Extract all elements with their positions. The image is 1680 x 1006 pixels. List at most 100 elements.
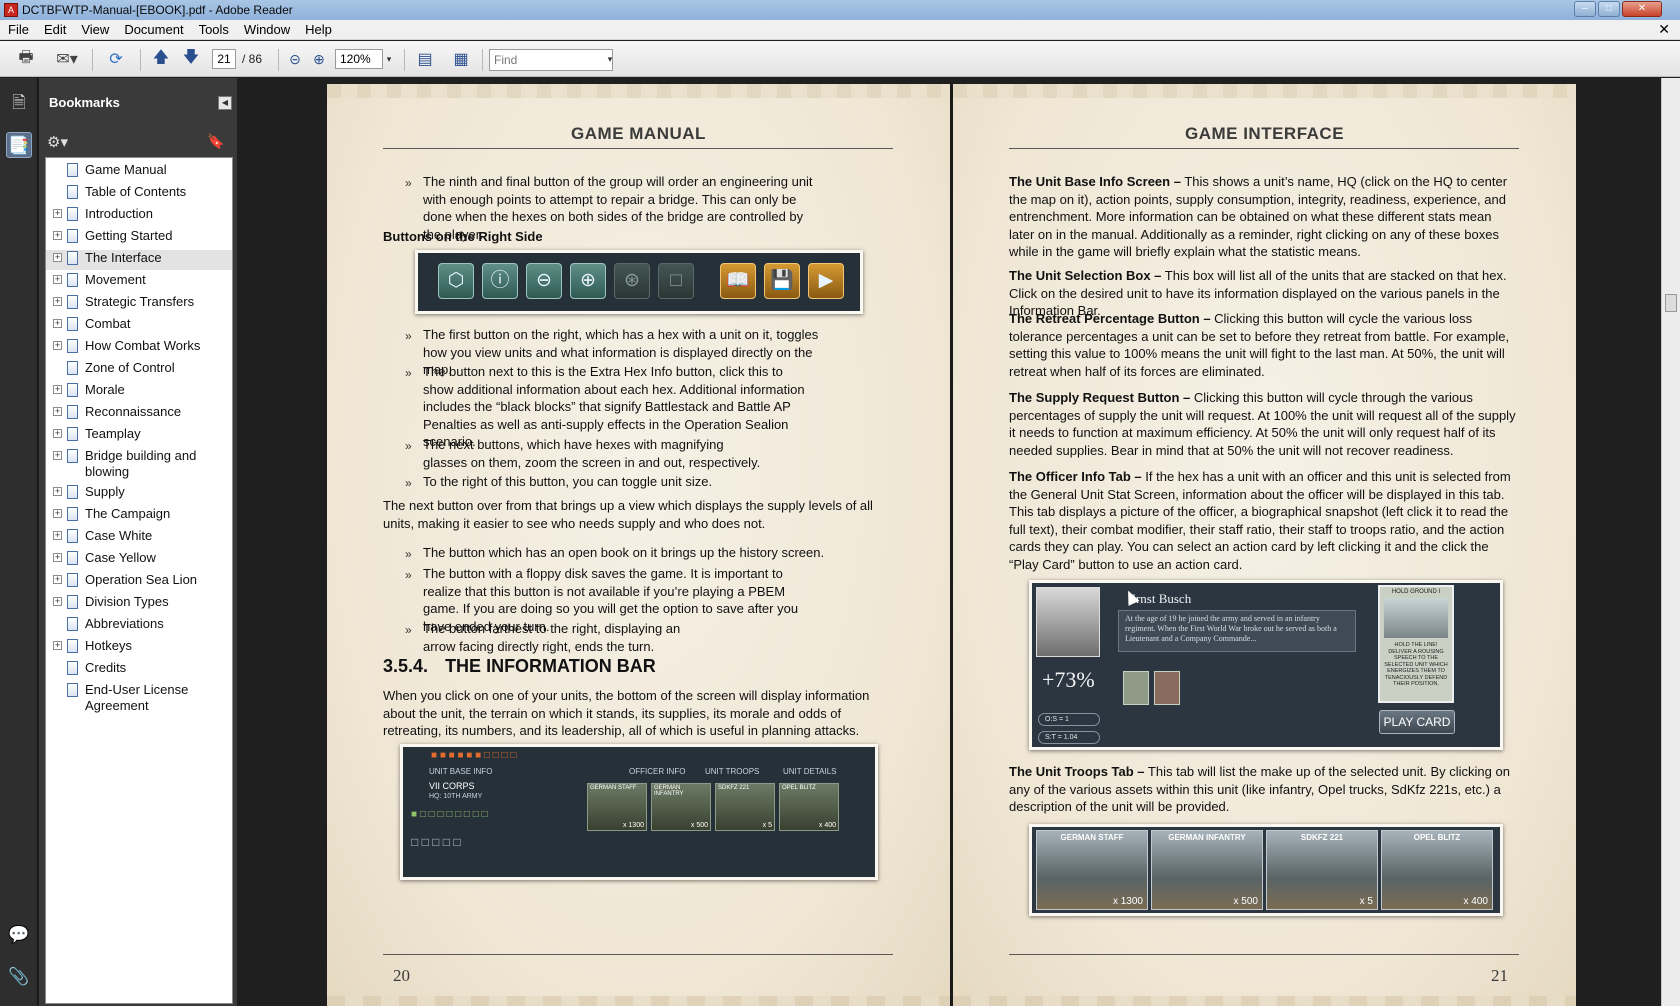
zoom-out-icon[interactable]: ⊝ xyxy=(286,49,304,69)
page-texture xyxy=(953,996,1576,1006)
close-document-icon[interactable]: ✕ xyxy=(1658,21,1670,38)
menu-view[interactable]: View xyxy=(81,22,109,37)
menu-document[interactable]: Document xyxy=(124,22,183,37)
expand-icon[interactable]: + xyxy=(53,209,62,218)
vertical-scrollbar[interactable] xyxy=(1661,78,1680,1006)
email-icon[interactable]: ✉▾ xyxy=(52,49,82,69)
next-page-icon[interactable]: 🡇 xyxy=(180,49,202,69)
bookmark-item[interactable]: Game Manual xyxy=(46,162,232,182)
bookmark-label: Reconnaissance xyxy=(85,404,182,419)
bookmark-item[interactable]: + Bridge building and blowing xyxy=(46,448,232,482)
zoom-dropdown-icon[interactable]: ▾ xyxy=(383,49,395,69)
page-number-input[interactable]: 21 xyxy=(212,49,236,69)
bookmark-item[interactable]: + Getting Started xyxy=(46,228,232,248)
bookmark-item[interactable]: + Operation Sea Lion xyxy=(46,572,232,592)
expand-icon[interactable]: + xyxy=(53,429,62,438)
find-dropdown-icon[interactable]: ▾ xyxy=(604,49,616,69)
term: The Retreat Percentage Button – xyxy=(1009,311,1211,326)
menu-help[interactable]: Help xyxy=(305,22,332,37)
expand-icon[interactable]: + xyxy=(53,641,62,650)
expand-icon[interactable]: + xyxy=(53,297,62,306)
paragraph: When you click on one of your units, the… xyxy=(383,688,870,738)
comments-icon[interactable]: 💬 xyxy=(6,922,32,948)
bookmark-label: The Interface xyxy=(85,250,162,265)
bookmark-item[interactable]: + Movement xyxy=(46,272,232,292)
expand-icon[interactable]: + xyxy=(53,487,62,496)
pages-panel-icon[interactable]: 🗎 xyxy=(6,90,32,116)
bookmark-item[interactable]: + Strategic Transfers xyxy=(46,294,232,314)
options-gear-icon[interactable]: ⚙▾ xyxy=(47,133,68,151)
bookmark-item[interactable]: + Case Yellow xyxy=(46,550,232,570)
previous-page-icon[interactable]: 🡅 xyxy=(150,49,172,69)
minimize-button[interactable]: – xyxy=(1574,1,1596,17)
fit-width-icon[interactable]: ▦ xyxy=(450,49,472,69)
expand-icon[interactable]: + xyxy=(53,575,62,584)
collaborate-icon[interactable]: ⟳ xyxy=(102,49,130,69)
floppy-disk-icon: 💾 xyxy=(764,263,800,299)
expand-icon[interactable]: + xyxy=(53,597,62,606)
expand-icon[interactable]: + xyxy=(53,253,62,262)
menu-tools[interactable]: Tools xyxy=(199,22,229,37)
zoom-level-field[interactable]: 120% xyxy=(335,49,383,69)
expand-icon[interactable]: + xyxy=(53,275,62,284)
paragraph-retreat-percentage: The Retreat Percentage Button – Clicking… xyxy=(1009,310,1519,380)
paragraph-supply-request: The Supply Request Button – Clicking thi… xyxy=(1009,389,1519,459)
bookmark-page-icon xyxy=(67,485,78,499)
expand-icon[interactable]: + xyxy=(53,319,62,328)
bullet-marker: » xyxy=(405,568,412,582)
bookmark-label: Strategic Transfers xyxy=(85,294,195,309)
bookmark-item[interactable]: + Hotkeys xyxy=(46,638,232,658)
find-input[interactable]: Find xyxy=(489,49,613,71)
zoom-in-icon[interactable]: ⊕ xyxy=(310,49,328,69)
menu-edit[interactable]: Edit xyxy=(44,22,66,37)
expand-icon[interactable]: + xyxy=(53,451,62,460)
section-number: 3.5.4. xyxy=(383,656,429,676)
bookmark-label: Morale xyxy=(85,382,125,397)
ib-unit-count: x 5 xyxy=(762,822,772,829)
fit-page-icon[interactable]: ▤ xyxy=(414,49,436,69)
expand-icon[interactable]: + xyxy=(53,231,62,240)
expand-icon[interactable]: + xyxy=(53,341,62,350)
bookmark-page-icon xyxy=(67,339,78,353)
bookmark-item[interactable]: + Reconnaissance xyxy=(46,404,232,424)
bookmark-item[interactable]: + The Campaign xyxy=(46,506,232,526)
scrollbar-thumb[interactable] xyxy=(1665,294,1677,312)
attachments-icon[interactable]: 📎 xyxy=(6,964,32,990)
bookmark-item[interactable]: + Teamplay xyxy=(46,426,232,446)
menu-file[interactable]: File xyxy=(8,22,29,37)
bookmark-label: Introduction xyxy=(85,206,153,221)
bookmark-item[interactable]: + Supply xyxy=(46,484,232,504)
bookmark-item[interactable]: + Introduction xyxy=(46,206,232,226)
expand-icon[interactable]: + xyxy=(53,385,62,394)
expand-icon[interactable]: + xyxy=(53,407,62,416)
page-count: / 86 xyxy=(242,52,263,66)
ib-army: HQ: 10TH ARMY xyxy=(429,793,483,800)
collapse-panel-icon[interactable]: ◀ xyxy=(218,96,232,110)
header-rule xyxy=(383,148,893,149)
unit-size-icon: ⊛ xyxy=(614,263,650,299)
bookmark-item[interactable]: + The Interface xyxy=(46,250,232,270)
bookmarks-panel-icon[interactable]: 📑 xyxy=(6,132,32,158)
bookmark-item[interactable]: Abbreviations xyxy=(46,616,232,636)
bookmark-item[interactable]: Zone of Control xyxy=(46,360,232,380)
bookmark-item[interactable]: + Morale xyxy=(46,382,232,402)
bookmark-item[interactable]: Credits xyxy=(46,660,232,680)
bookmark-item[interactable]: + Case White xyxy=(46,528,232,548)
expand-icon[interactable]: + xyxy=(53,509,62,518)
information-bar-image: ■ ■ ■ ■ ■ ■ □ □ □ □ UNIT BASE INFO OFFIC… xyxy=(400,744,878,880)
bullet-marker: » xyxy=(405,547,412,561)
close-window-button[interactable]: ✕ xyxy=(1622,1,1662,17)
new-bookmark-icon[interactable]: 🔖 xyxy=(207,133,224,150)
print-icon[interactable]: 🖶 xyxy=(14,49,38,69)
bookmark-item[interactable]: End-User License Agreement xyxy=(46,682,232,716)
expand-icon[interactable]: + xyxy=(53,553,62,562)
bookmark-item[interactable]: + Division Types xyxy=(46,594,232,614)
maximize-button[interactable]: □ xyxy=(1598,1,1620,17)
toolbar-separator xyxy=(140,49,141,71)
bookmark-item[interactable]: + How Combat Works xyxy=(46,338,232,358)
bookmark-item[interactable]: + Combat xyxy=(46,316,232,336)
bookmark-item[interactable]: Table of Contents xyxy=(46,184,232,204)
toolbar-separator xyxy=(482,49,483,71)
expand-icon[interactable]: + xyxy=(53,531,62,540)
menu-window[interactable]: Window xyxy=(244,22,290,37)
